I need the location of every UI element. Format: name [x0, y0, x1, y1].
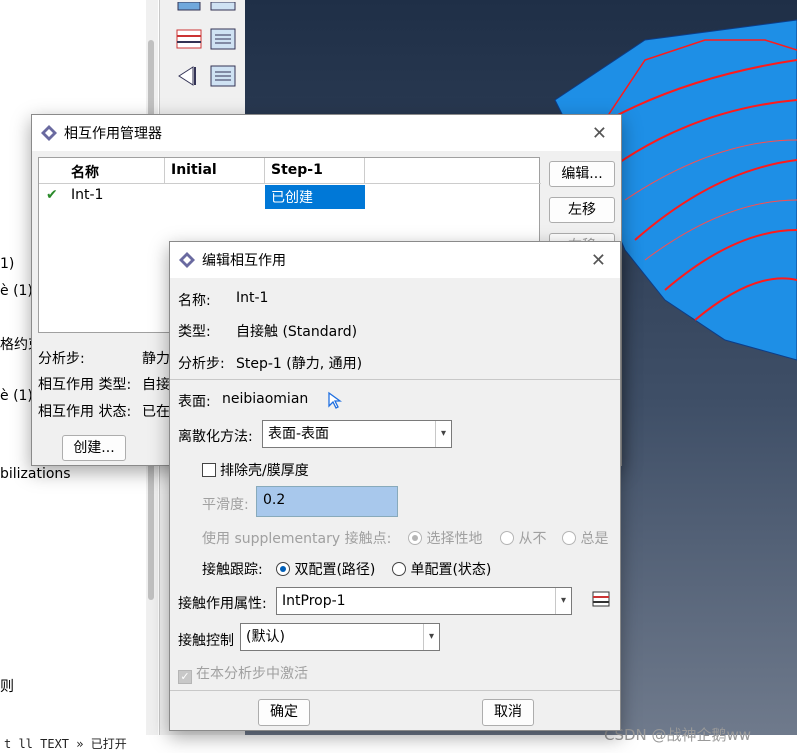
property-label: 接触作用属性:	[178, 596, 267, 612]
abaqus-icon	[41, 125, 57, 141]
radio-icon	[408, 531, 422, 545]
connector-manager-icon[interactable]	[209, 63, 237, 89]
supplementary-option-never[interactable]: 从不	[500, 528, 546, 548]
table-header: 名称 Initial Step-1	[39, 158, 541, 184]
option-label: 从不	[518, 531, 547, 547]
discretization-value: 表面-表面	[268, 426, 330, 442]
editor-title: 编辑相互作用	[202, 253, 286, 269]
interaction-manager-icon[interactable]	[209, 0, 237, 26]
tree-item[interactable]: è (1)	[0, 283, 33, 299]
constraint-tool-icon[interactable]	[175, 26, 203, 52]
smoothing-input[interactable]: 0.2	[256, 486, 398, 517]
row-name: Int-1	[71, 187, 104, 203]
activate-checkbox[interactable]: ✓	[178, 670, 192, 684]
abaqus-icon	[179, 252, 195, 268]
row-step1-cell[interactable]: 已创建	[265, 185, 365, 209]
smoothing-label: 平滑度:	[202, 497, 249, 513]
tracking-option-two-config[interactable]: 双配置(路径)	[276, 559, 375, 579]
radio-icon	[562, 531, 576, 545]
table-row[interactable]: ✔ Int-1 已创建	[39, 185, 541, 209]
supplementary-label: 使用 supplementary 接触点:	[202, 531, 392, 547]
tree-item[interactable]: bilizations	[0, 466, 71, 482]
type-value: 自接触 (Standard)	[236, 324, 358, 340]
name-label: 名称:	[178, 293, 211, 309]
manager-titlebar[interactable]: 相互作用管理器 ✕	[32, 115, 621, 151]
name-value: Int-1	[236, 290, 269, 306]
manager-title: 相互作用管理器	[64, 126, 162, 142]
column-header[interactable]: Step-1	[265, 158, 365, 184]
divider	[170, 379, 620, 380]
control-label: 接触控制	[178, 633, 234, 649]
radio-icon	[392, 562, 406, 576]
control-select[interactable]: (默认) ▾	[240, 623, 440, 651]
activate-row[interactable]: ✓ 在本分析步中激活	[178, 663, 308, 684]
discretization-label: 离散化方法:	[178, 429, 253, 445]
step-value: Step-1 (静力, 通用)	[236, 356, 363, 372]
constraint-manager-icon[interactable]	[209, 26, 237, 52]
surface-value: neibiaomian	[222, 391, 309, 407]
editor-titlebar[interactable]: 编辑相互作用 ✕	[170, 242, 620, 278]
radio-icon	[276, 562, 290, 576]
chevron-down-icon[interactable]: ▾	[555, 588, 571, 614]
select-arrow-icon[interactable]	[326, 391, 342, 411]
property-value: IntProp-1	[282, 593, 346, 609]
tracking-label: 接触跟踪:	[202, 562, 263, 578]
activate-label: 在本分析步中激活	[196, 666, 308, 682]
info-state-value: 已在	[142, 404, 170, 420]
info-step-value: 静力	[142, 351, 170, 367]
option-label: 单配置(状态)	[410, 562, 492, 578]
watermark: CSDN @战神企鹅ww	[604, 726, 752, 744]
exclude-thickness-label: 排除壳/膜厚度	[220, 463, 309, 479]
type-label: 类型:	[178, 324, 211, 340]
chevron-down-icon[interactable]: ▾	[435, 421, 451, 447]
step-label: 分析步:	[178, 356, 225, 372]
tree-item[interactable]: 1)	[0, 256, 14, 272]
exclude-thickness-row[interactable]: 排除壳/膜厚度	[202, 460, 309, 480]
ok-button[interactable]: 确定	[258, 699, 310, 726]
cancel-button[interactable]: 取消	[482, 699, 534, 726]
info-step-label: 分析步:	[38, 351, 85, 367]
create-button[interactable]: 创建...	[62, 435, 126, 461]
move-left-button[interactable]: 左移	[549, 197, 615, 223]
option-label: 选择性地	[426, 531, 483, 547]
supplementary-option-selective[interactable]: 选择性地	[408, 528, 482, 548]
radio-icon	[500, 531, 514, 545]
tree-item[interactable]: 则	[0, 676, 14, 696]
property-select[interactable]: IntProp-1 ▾	[276, 587, 572, 615]
close-icon[interactable]: ✕	[592, 123, 607, 144]
info-type-label: 相互作用 类型:	[38, 377, 132, 393]
connector-tool-icon[interactable]	[175, 63, 203, 89]
surface-label: 表面:	[178, 394, 211, 410]
control-value: (默认)	[246, 629, 285, 645]
edit-button[interactable]: 编辑...	[549, 161, 615, 187]
option-label: 双配置(路径)	[294, 562, 376, 578]
discretization-select[interactable]: 表面-表面 ▾	[262, 420, 452, 448]
column-header[interactable]: 名称	[63, 158, 165, 184]
info-state-label: 相互作用 状态:	[38, 404, 132, 420]
supplementary-option-always[interactable]: 总是	[562, 528, 608, 548]
create-property-icon[interactable]	[590, 588, 612, 610]
exclude-thickness-checkbox[interactable]	[202, 463, 216, 477]
tracking-option-single-config[interactable]: 单配置(状态)	[392, 559, 491, 579]
interaction-tool-icon[interactable]	[175, 0, 203, 26]
column-header[interactable]: Initial	[165, 158, 265, 184]
info-type-value: 自接	[142, 377, 170, 393]
divider	[170, 690, 620, 691]
check-icon: ✔	[46, 187, 58, 203]
option-label: 总是	[580, 531, 609, 547]
chevron-down-icon[interactable]: ▾	[423, 624, 439, 650]
close-icon[interactable]: ✕	[591, 250, 606, 271]
tree-item[interactable]: è (1)	[0, 388, 33, 404]
edit-interaction-dialog: 编辑相互作用 ✕ 名称: Int-1 类型: 自接触 (Standard) 分析…	[169, 241, 621, 731]
